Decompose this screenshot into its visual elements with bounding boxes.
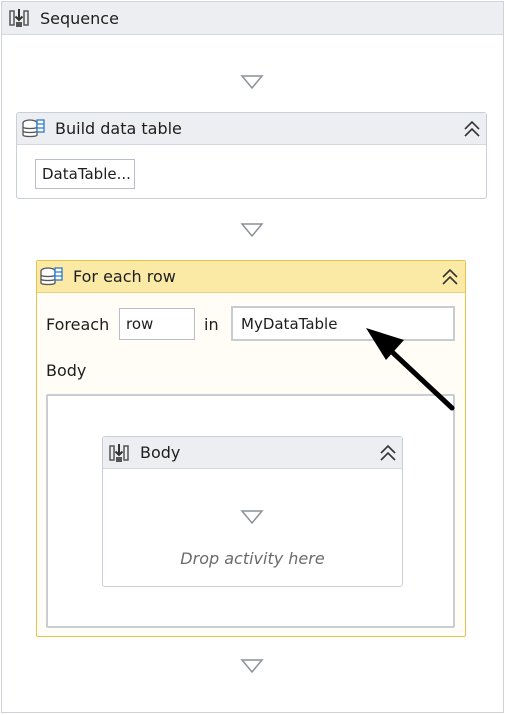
sequence-icon [8, 7, 30, 29]
body-container: Body Drop activity here [46, 394, 455, 628]
drop-arrow-icon[interactable] [240, 222, 264, 238]
drop-arrow-icon[interactable] [240, 74, 264, 90]
for-each-row-header[interactable]: For each row [37, 261, 465, 293]
in-label: in [204, 315, 219, 334]
sequence-header[interactable]: Sequence [2, 2, 503, 35]
build-data-table-header[interactable]: Build data table [17, 113, 486, 145]
build-data-table-activity[interactable]: Build data table DataTable... [16, 112, 487, 199]
body-label: Body [46, 361, 87, 380]
drop-activity-hint: Drop activity here [180, 549, 325, 568]
body-sequence-activity[interactable]: Body Drop activity here [102, 436, 403, 587]
for-each-row-title: For each row [73, 267, 176, 286]
sequence-icon [108, 442, 130, 464]
database-icon [39, 265, 63, 289]
chevron-up-double-icon[interactable] [440, 267, 460, 287]
database-icon [21, 117, 45, 141]
for-each-row-activity[interactable]: For each row Foreach row in MyDataTable … [36, 260, 466, 637]
build-data-table-title: Build data table [55, 119, 182, 138]
chevron-up-double-icon[interactable] [378, 443, 398, 463]
drop-arrow-icon[interactable] [240, 509, 264, 525]
foreach-label: Foreach [46, 315, 110, 334]
sequence-title: Sequence [40, 8, 119, 28]
datatable-button[interactable]: DataTable... [35, 159, 135, 189]
drop-arrow-icon[interactable] [240, 658, 264, 674]
foreach-item-input[interactable]: row [119, 308, 195, 340]
chevron-up-double-icon[interactable] [462, 119, 482, 139]
body-sequence-header[interactable]: Body [103, 437, 402, 469]
body-sequence-title: Body [140, 443, 181, 462]
annotation-arrow-icon [366, 328, 455, 411]
